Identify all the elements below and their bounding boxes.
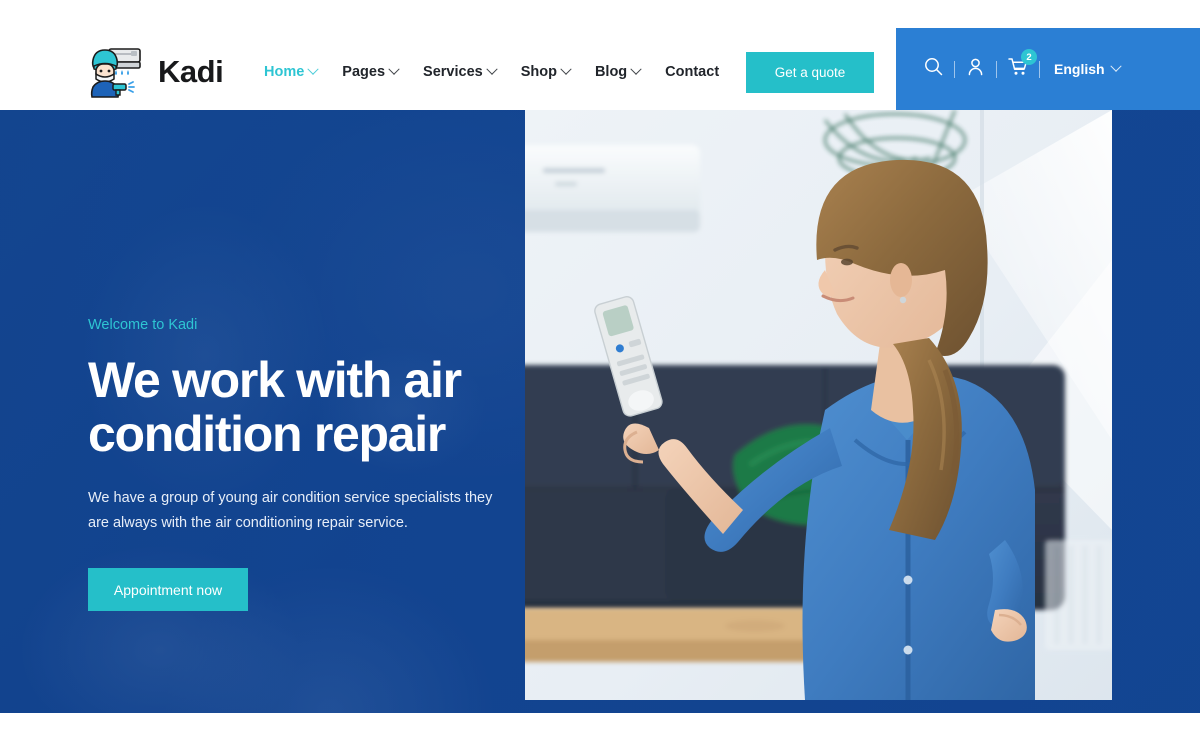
chevron-down-icon	[307, 63, 319, 75]
chevron-down-icon	[560, 63, 572, 75]
appointment-now-button[interactable]: Appointment now	[88, 568, 248, 612]
nav-item-contact[interactable]: Contact	[665, 60, 719, 84]
chevron-down-icon	[388, 63, 400, 75]
nav-item-home[interactable]: Home	[264, 60, 319, 84]
language-selector[interactable]: English	[1054, 60, 1122, 77]
nav-item-label: Shop	[520, 64, 557, 80]
nav-item-pages[interactable]: Pages	[342, 60, 400, 84]
brand-logo[interactable]: Kadi	[82, 42, 224, 100]
divider	[996, 60, 997, 78]
page-root: Kadi Home Pages Services Shop Blog Conta…	[0, 0, 1200, 750]
divider	[954, 60, 955, 78]
hero-description: We have a group of young air condition s…	[88, 490, 493, 532]
nav-item-label: Pages	[342, 64, 386, 80]
hero-eyebrow: Welcome to Kadi	[88, 317, 198, 333]
nav-item-label: Services	[423, 64, 483, 80]
chevron-down-icon	[486, 63, 498, 75]
hero-title: We work with air condition repair	[88, 353, 508, 461]
hero-title-line-2: condition repair	[88, 406, 446, 463]
header-utilities: 2 English	[924, 49, 1122, 81]
cart-count-badge: 2	[1021, 49, 1037, 65]
chevron-down-icon	[1109, 60, 1122, 72]
nav-item-label: Blog	[594, 64, 628, 80]
nav-item-services[interactable]: Services	[423, 60, 498, 84]
nav-item-blog[interactable]: Blog	[594, 60, 642, 84]
cart-icon[interactable]: 2	[1008, 49, 1037, 81]
technician-ac-logo-icon	[82, 42, 144, 100]
user-icon[interactable]	[966, 57, 985, 81]
search-icon[interactable]	[924, 57, 943, 81]
hero-title-line-1: We work with air	[88, 352, 462, 409]
nav-item-label: Home	[264, 64, 305, 80]
get-a-quote-button[interactable]: Get a quote	[746, 52, 874, 93]
hero-photo	[525, 110, 1112, 700]
nav-item-label: Contact	[665, 64, 720, 80]
chevron-down-icon	[630, 63, 642, 75]
language-label: English	[1054, 61, 1105, 77]
hero-content: Welcome to Kadi We work with air conditi…	[88, 317, 508, 612]
divider	[1039, 60, 1040, 78]
brand-name: Kadi	[158, 53, 224, 89]
site-header: Kadi Home Pages Services Shop Blog Conta…	[0, 0, 1200, 110]
hero-section: Welcome to Kadi We work with air conditi…	[0, 110, 1200, 713]
main-navigation: Home Pages Services Shop Blog Contact	[264, 60, 719, 84]
nav-item-shop[interactable]: Shop	[520, 60, 572, 84]
